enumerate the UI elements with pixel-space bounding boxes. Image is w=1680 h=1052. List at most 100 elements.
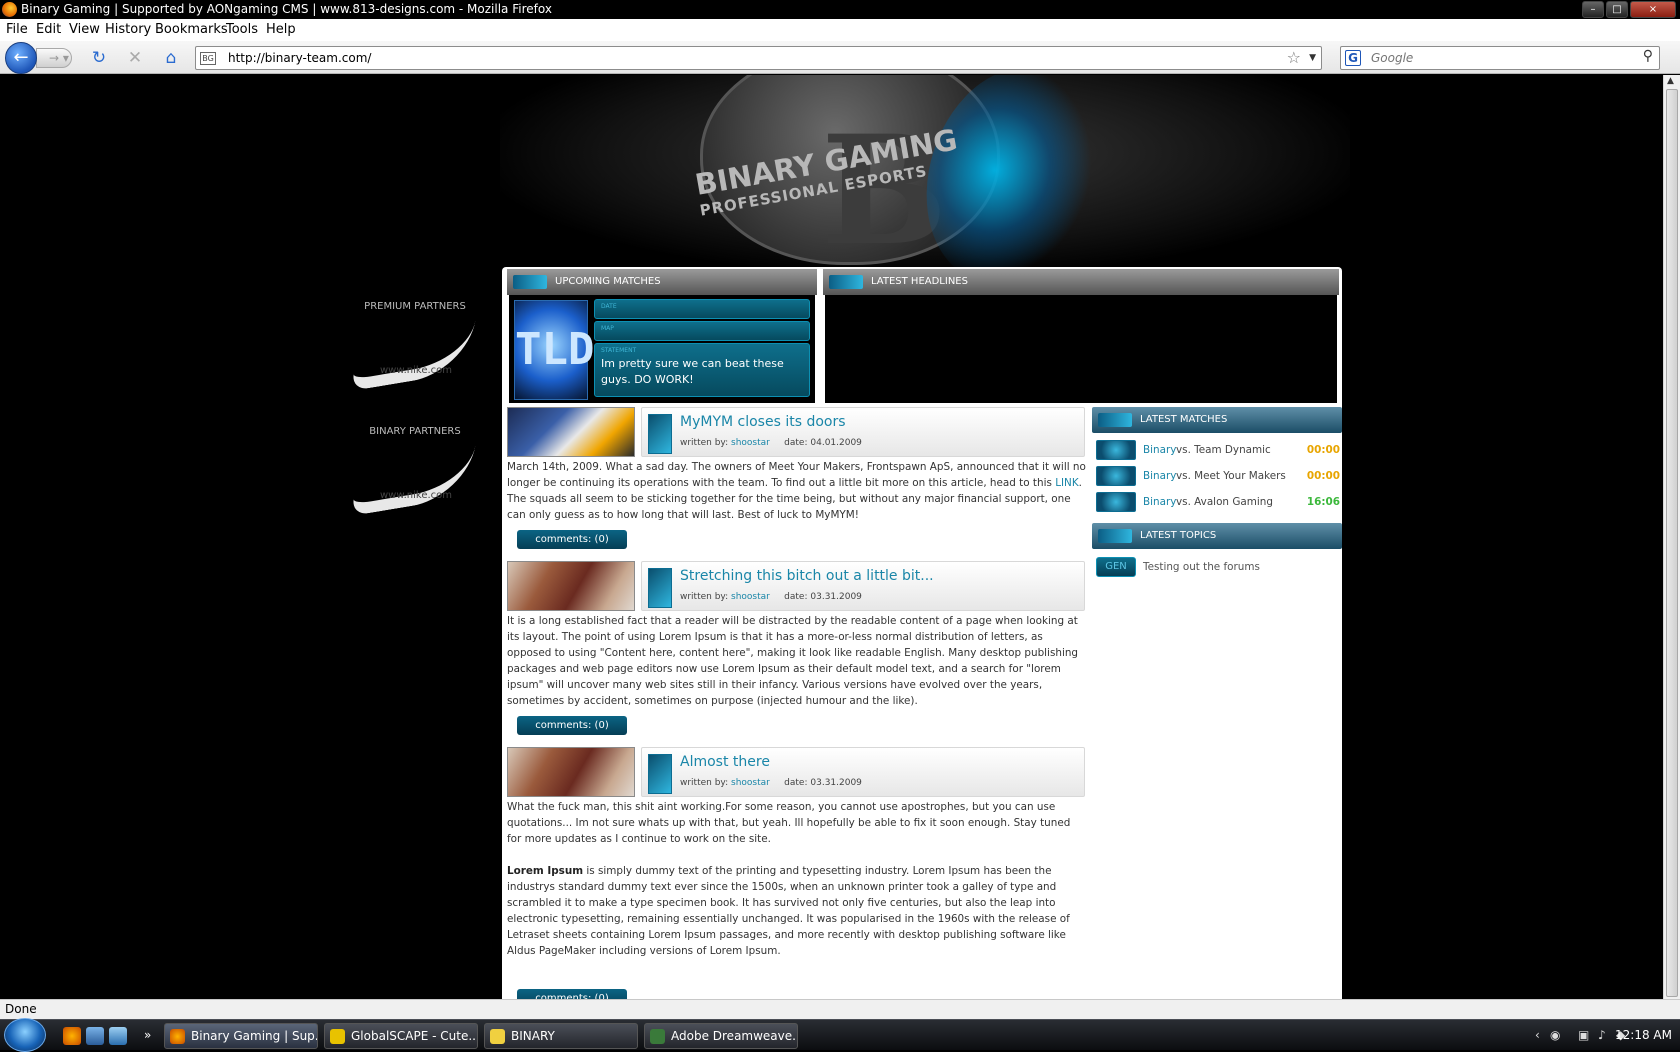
- post-author[interactable]: shoostar: [731, 438, 770, 448]
- menu-file[interactable]: File: [6, 22, 28, 37]
- post-author[interactable]: shoostar: [731, 778, 770, 788]
- partner-url: www.nike.com: [380, 490, 453, 501]
- site-header-banner: B BINARY GAMING PROFESSIONAL ESPORTS: [500, 75, 1350, 305]
- statement-text: Im pretty sure we can beat these guys. D…: [601, 357, 784, 386]
- tray-expand-icon[interactable]: ‹: [1535, 1028, 1540, 1042]
- comments-button[interactable]: comments: (0): [517, 716, 627, 735]
- post-body: It is a long established fact that a rea…: [507, 615, 1079, 707]
- window-titlebar: Binary Gaming | Supported by AONgaming C…: [0, 0, 1680, 19]
- opponent-name: vs. Avalon Gaming: [1176, 496, 1273, 508]
- forward-button[interactable]: → ▾: [36, 48, 72, 68]
- taskbar-item-cuteftp[interactable]: GlobalSCAPE - Cute...: [324, 1023, 478, 1049]
- article-link[interactable]: LINK: [1055, 477, 1078, 489]
- search-input[interactable]: [1371, 49, 1631, 67]
- site-favicon: BG: [200, 52, 216, 65]
- post-header: Stretching this bitch out a little bit..…: [641, 561, 1085, 611]
- firefox-quicklaunch-icon[interactable]: [63, 1027, 81, 1045]
- match-map-field: MAP: [594, 321, 810, 341]
- back-button[interactable]: ←: [5, 42, 37, 74]
- taskbar-item-firefox[interactable]: Binary Gaming | Sup...: [164, 1023, 318, 1049]
- search-icon[interactable]: ⚲: [1643, 48, 1653, 64]
- taskbar-item-binary[interactable]: BINARY: [484, 1023, 638, 1049]
- status-text: Done: [5, 1002, 37, 1016]
- comments-button[interactable]: comments: (0): [517, 530, 627, 549]
- team-name[interactable]: Binary: [1143, 440, 1176, 460]
- post-meta: written by: shoostar date: 03.31.2009: [680, 592, 862, 602]
- google-engine-icon[interactable]: G: [1345, 50, 1361, 66]
- upcoming-matches-panel: TLD DATE MAP STATEMENT Im pretty sure we…: [509, 295, 815, 403]
- bookmark-star-icon[interactable]: ☆: [1287, 47, 1301, 69]
- post-icon: [648, 568, 672, 608]
- premium-partners: PREMIUM PARTNERS www.nike.com: [350, 301, 480, 376]
- news-post: Almost there written by: shoostar date: …: [507, 747, 1087, 999]
- window-title: Binary Gaming | Supported by AONgaming C…: [21, 2, 552, 16]
- close-button[interactable]: ×: [1630, 1, 1676, 18]
- menu-help[interactable]: Help: [266, 22, 296, 37]
- team-name[interactable]: Binary: [1143, 466, 1176, 486]
- show-desktop-icon[interactable]: [86, 1027, 104, 1045]
- steam-tray-icon[interactable]: ◉: [1550, 1028, 1560, 1042]
- game-icon: [1096, 440, 1136, 460]
- match-statement-field: STATEMENT Im pretty sure we can beat the…: [594, 343, 810, 397]
- binary-partners-heading: BINARY PARTNERS: [369, 426, 461, 437]
- menu-view[interactable]: View: [69, 22, 100, 37]
- scroll-up-icon[interactable]: ▲: [1667, 76, 1674, 86]
- nike-logo[interactable]: www.nike.com: [350, 320, 480, 376]
- taskbar-item-dreamweaver[interactable]: Adobe Dreamweave...: [644, 1023, 798, 1049]
- post-thumbnail[interactable]: [507, 561, 635, 611]
- menu-edit[interactable]: Edit: [36, 22, 61, 37]
- team-name[interactable]: Binary: [1143, 492, 1176, 512]
- url-text: http://binary-team.com/: [228, 51, 372, 65]
- url-bar[interactable]: BG http://binary-team.com/ ☆ ▼: [195, 46, 1322, 70]
- stop-icon[interactable]: ✕: [124, 47, 146, 69]
- match-row[interactable]: Binary vs. Meet Your Makers 00:00: [1096, 466, 1340, 486]
- nike-logo[interactable]: www.nike.com: [350, 445, 480, 501]
- comments-button[interactable]: comments: (0): [517, 989, 627, 999]
- post-meta: written by: shoostar date: 03.31.2009: [680, 778, 862, 788]
- match-row[interactable]: Binary vs. Avalon Gaming 16:06: [1096, 492, 1340, 512]
- start-button[interactable]: [4, 1018, 46, 1052]
- post-thumbnail[interactable]: [507, 747, 635, 797]
- folder-icon: [490, 1029, 505, 1044]
- chevrons-icon: [513, 275, 547, 289]
- match-row[interactable]: Binary vs. Team Dynamic 00:00: [1096, 440, 1340, 460]
- chevrons-icon: [1098, 413, 1132, 427]
- search-bar[interactable]: G ⚲: [1340, 46, 1660, 70]
- premium-partners-heading: PREMIUM PARTNERS: [364, 301, 466, 312]
- binary-partners: BINARY PARTNERS www.nike.com: [350, 426, 480, 501]
- opponent-name: vs. Meet Your Makers: [1176, 470, 1286, 482]
- menu-tools[interactable]: Tools: [226, 22, 258, 37]
- home-icon[interactable]: ⌂: [160, 47, 182, 69]
- network-tray-icon[interactable]: ▣: [1578, 1028, 1589, 1042]
- topic-title[interactable]: Testing out the forums: [1143, 557, 1260, 577]
- match-score: 00:00: [1306, 444, 1340, 456]
- quicklaunch-overflow-icon[interactable]: »: [144, 1028, 151, 1042]
- post-title[interactable]: MyMYM closes its doors: [680, 414, 846, 430]
- post-thumbnail[interactable]: [507, 407, 635, 457]
- taskbar-clock[interactable]: 12:18 AM: [1615, 1020, 1672, 1051]
- menu-bookmarks[interactable]: Bookmarks: [155, 22, 228, 37]
- vertical-scrollbar[interactable]: ▲: [1663, 75, 1680, 999]
- topic-category-badge: GEN: [1096, 557, 1136, 577]
- post-date: 03.31.2009: [810, 592, 862, 602]
- post-title[interactable]: Almost there: [680, 754, 770, 770]
- post-icon: [648, 754, 672, 794]
- post-author[interactable]: shoostar: [731, 592, 770, 602]
- upcoming-matches-header: UPCOMING MATCHES: [507, 269, 817, 295]
- topic-row[interactable]: GEN Testing out the forums: [1096, 557, 1340, 577]
- menu-history[interactable]: History: [105, 22, 151, 37]
- post-header: Almost there written by: shoostar date: …: [641, 747, 1085, 797]
- opponent-logo[interactable]: TLD: [514, 300, 594, 400]
- menu-bar: File Edit View History Bookmarks Tools H…: [0, 19, 1680, 41]
- reload-icon[interactable]: ↻: [88, 47, 110, 69]
- minimize-button[interactable]: –: [1582, 1, 1604, 18]
- firefox-icon: [2, 2, 17, 17]
- post-date: 03.31.2009: [810, 778, 862, 788]
- post-title[interactable]: Stretching this bitch out a little bit..…: [680, 568, 934, 584]
- url-dropdown-icon[interactable]: ▼: [1309, 47, 1316, 69]
- volume-tray-icon[interactable]: ♪: [1598, 1028, 1606, 1042]
- maximize-button[interactable]: □: [1606, 1, 1628, 18]
- switch-windows-icon[interactable]: [109, 1027, 127, 1045]
- scrollbar-thumb[interactable]: [1666, 89, 1678, 997]
- post-header: MyMYM closes its doors written by: shoos…: [641, 407, 1085, 457]
